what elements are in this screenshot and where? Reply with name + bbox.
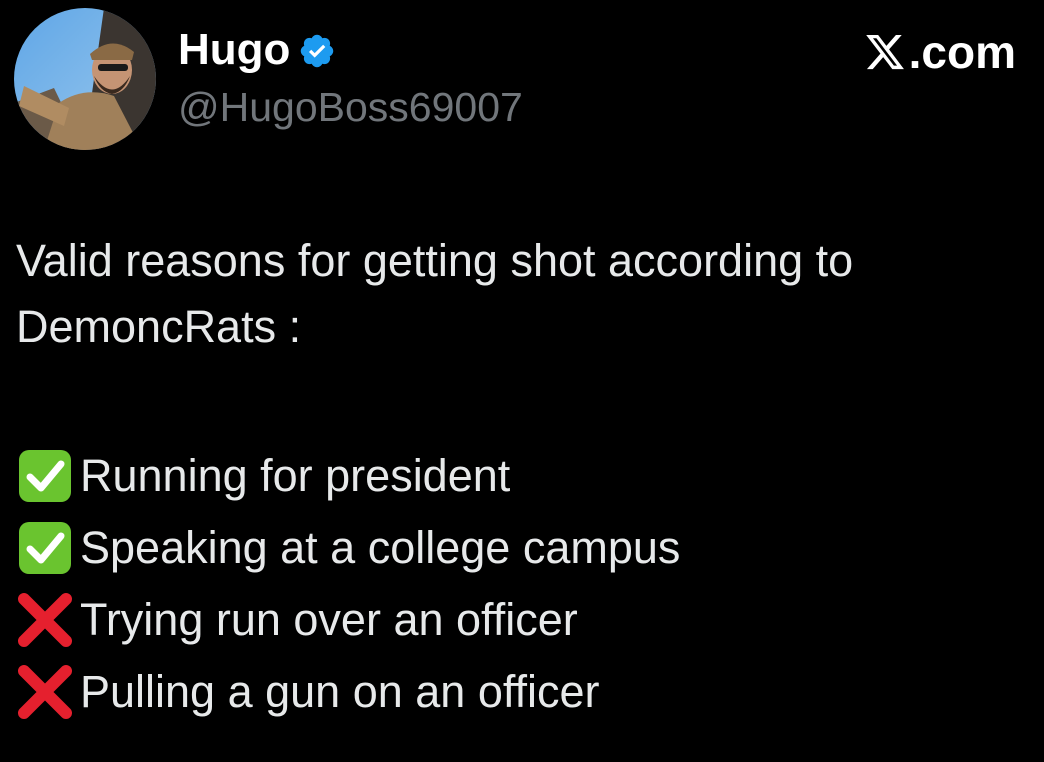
brand-watermark: .com bbox=[863, 26, 1016, 78]
reasons-list: Running for president Speaking at a coll… bbox=[16, 440, 680, 728]
verified-badge-icon bbox=[301, 34, 334, 68]
list-item-text: Speaking at a college campus bbox=[80, 522, 681, 573]
list-item-text: Trying run over an officer bbox=[80, 594, 578, 645]
check-mark-button-icon bbox=[19, 450, 71, 502]
intro-line-1: Valid reasons for getting shot according… bbox=[16, 235, 854, 286]
brand-suffix: .com bbox=[908, 26, 1016, 78]
tweet-card: Hugo @HugoBoss69007 .com Valid reasons f… bbox=[0, 0, 1044, 762]
list-item: Trying run over an officer bbox=[16, 584, 680, 656]
list-item-text: Running for president bbox=[80, 450, 511, 501]
tweet-text: Valid reasons for getting shot according… bbox=[16, 228, 1026, 360]
list-item: Pulling a gun on an officer bbox=[16, 656, 680, 728]
avatar-photo bbox=[14, 8, 156, 150]
intro-line-2: DemoncRats : bbox=[16, 301, 302, 352]
x-logo-icon bbox=[865, 34, 904, 70]
avatar[interactable] bbox=[14, 8, 156, 150]
cross-mark-icon bbox=[18, 593, 72, 647]
author-handle[interactable]: @HugoBoss69007 bbox=[178, 82, 523, 132]
list-item-text: Pulling a gun on an officer bbox=[80, 666, 600, 717]
author-name-row[interactable]: Hugo bbox=[178, 24, 336, 76]
check-mark-button-icon bbox=[19, 522, 71, 574]
list-item: Running for president bbox=[16, 440, 680, 512]
list-item: Speaking at a college campus bbox=[16, 512, 680, 584]
cross-mark-icon bbox=[18, 665, 72, 719]
display-name[interactable]: Hugo bbox=[178, 24, 290, 76]
